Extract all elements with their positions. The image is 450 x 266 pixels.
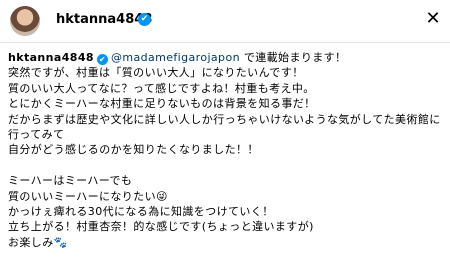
caption-body: で連載始まります！ 突然ですが、村重は「質のいい大人」になりたいんです！ 質のい… (8, 51, 441, 249)
post-header: hktanna4848 ✔ ✕ (0, 0, 450, 43)
avatar[interactable] (10, 6, 40, 36)
caption-verified-badge-icon: ✔ (96, 54, 108, 65)
caption-username[interactable]: hktanna4848 (8, 51, 94, 64)
post-caption: hktanna4848 ✔ @madamefigarojapon で連載始まります！… (8, 50, 444, 250)
caption-mention-link[interactable]: @madamefigarojapon (111, 51, 240, 64)
close-icon[interactable]: ✕ (423, 9, 443, 29)
verified-badge-icon: ✔ (138, 13, 151, 26)
